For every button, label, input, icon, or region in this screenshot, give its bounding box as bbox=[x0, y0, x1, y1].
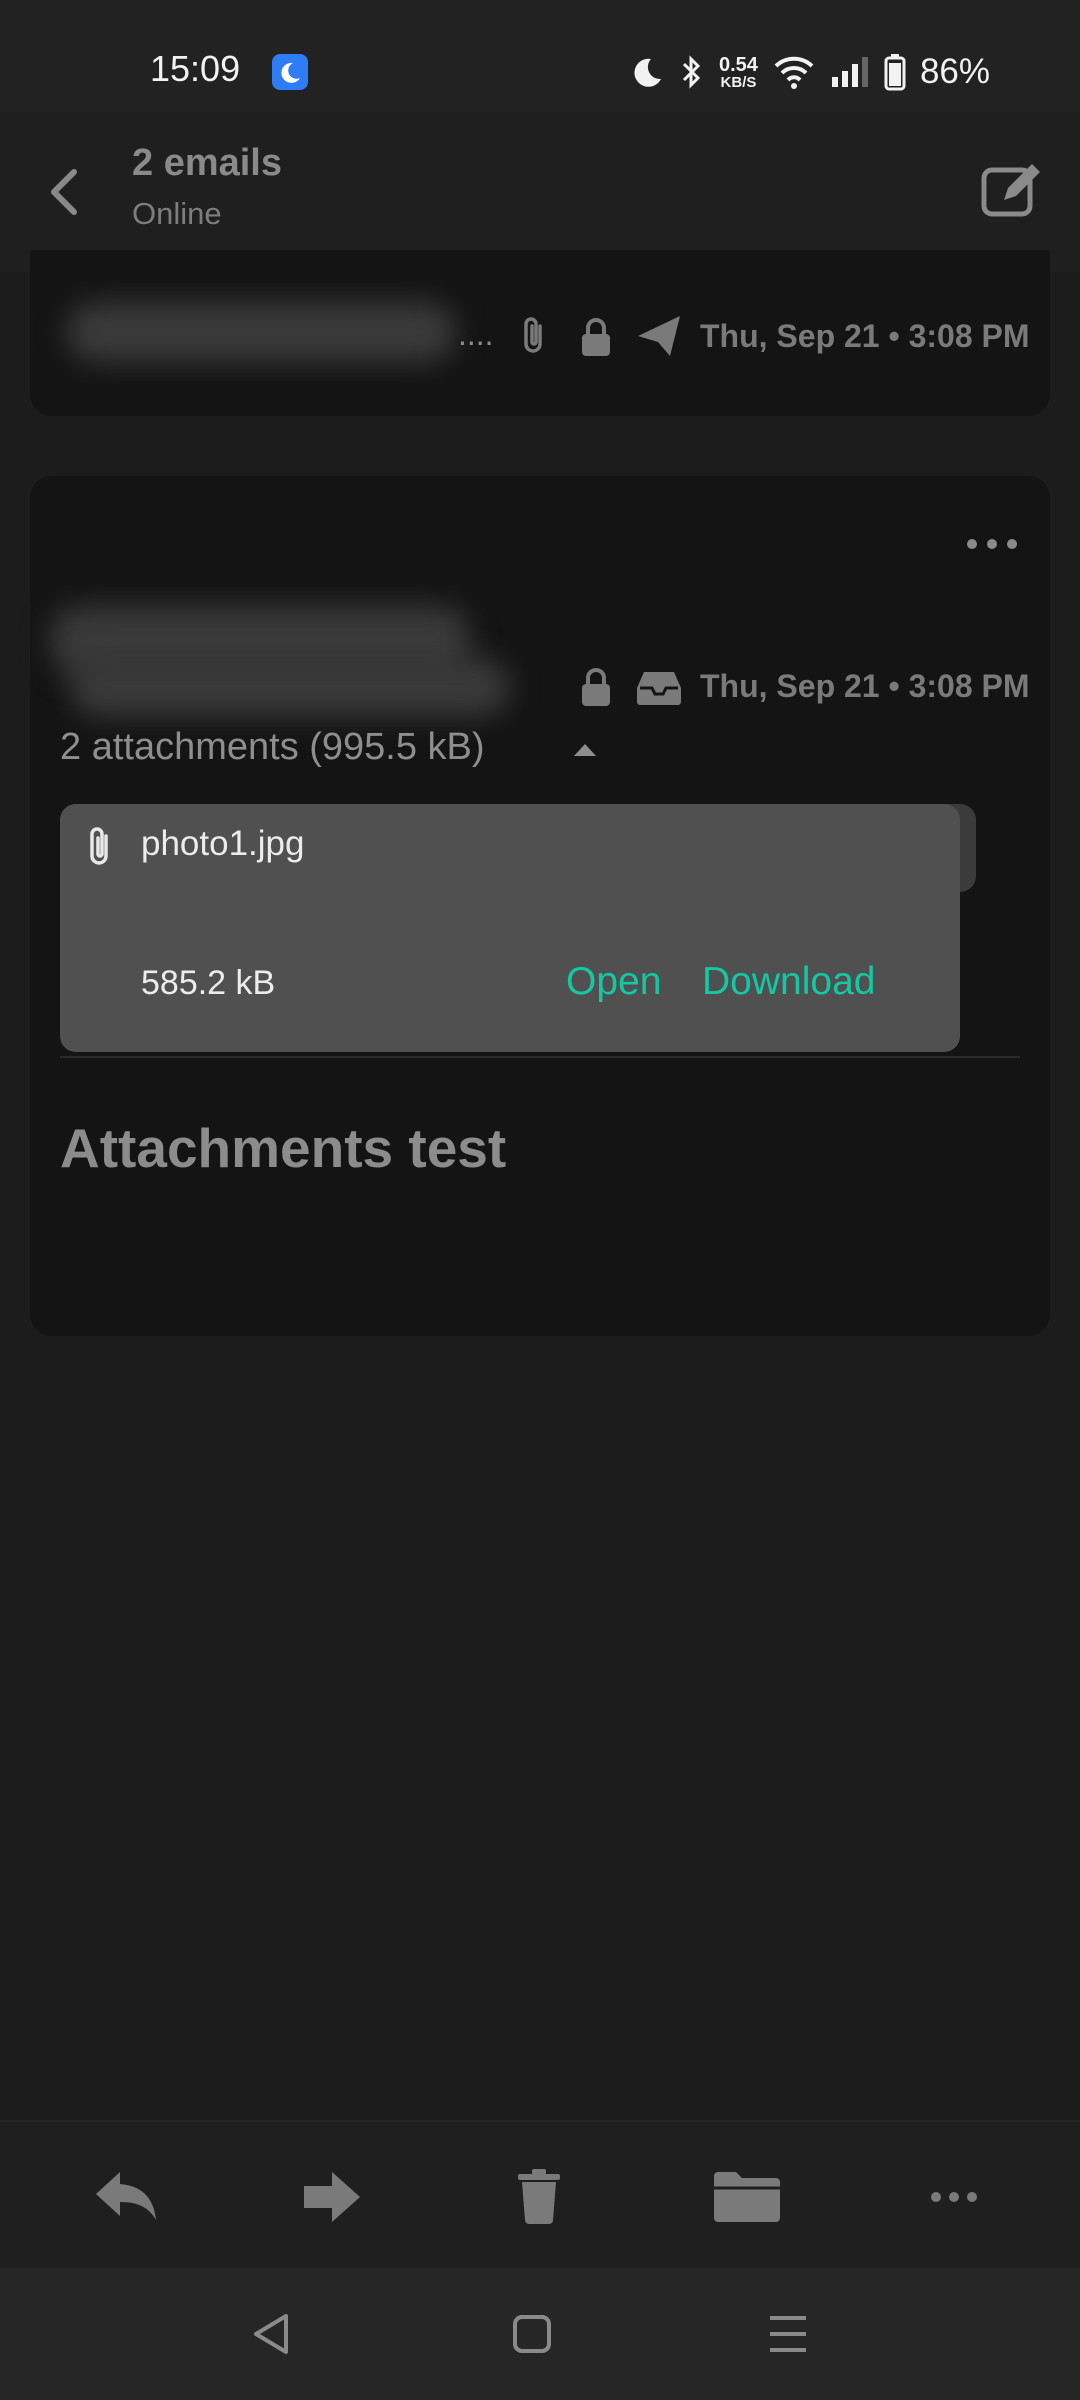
forward-icon bbox=[304, 2172, 360, 2222]
message-date: Thu, Sep 21 • 3:08 PM bbox=[700, 668, 1030, 704]
trash-icon bbox=[518, 2169, 560, 2224]
lock-icon bbox=[578, 316, 614, 358]
message-date: Thu, Sep 21 • 3:08 PM bbox=[700, 318, 1030, 354]
move-to-folder-button[interactable] bbox=[712, 2170, 782, 2224]
status-icons: 0.54 KB/S 86% bbox=[631, 50, 990, 94]
network-speed-unit: KB/S bbox=[720, 73, 757, 91]
recipient-redacted bbox=[70, 658, 510, 716]
attachment-size: 585.2 kB bbox=[141, 964, 276, 1002]
chevron-left-icon bbox=[51, 169, 77, 215]
back-button[interactable] bbox=[44, 164, 86, 220]
paperclip-icon bbox=[84, 824, 116, 870]
delete-button[interactable] bbox=[516, 2168, 562, 2224]
inbox-icon bbox=[636, 670, 682, 706]
status-time: 15:09 bbox=[150, 48, 241, 89]
sent-icon bbox=[636, 314, 682, 358]
nav-home-button[interactable] bbox=[512, 2314, 552, 2354]
bluetooth-icon bbox=[679, 54, 705, 90]
nav-back-button[interactable] bbox=[252, 2312, 292, 2356]
folder-icon bbox=[714, 2172, 780, 2222]
moon-icon bbox=[631, 55, 665, 89]
edit-icon bbox=[981, 164, 1040, 217]
caret-up-icon bbox=[574, 744, 596, 756]
reply-button[interactable] bbox=[94, 2168, 158, 2224]
more-actions-button[interactable] bbox=[930, 2190, 978, 2204]
do-not-disturb-icon bbox=[272, 54, 308, 90]
more-options-button[interactable] bbox=[966, 536, 1018, 552]
signal-icon bbox=[830, 55, 870, 89]
sender-ellipsis: .... bbox=[458, 316, 494, 352]
attachment-name: photo1.jpg bbox=[141, 824, 305, 863]
battery-percent: 86% bbox=[919, 52, 990, 91]
menu-icon bbox=[770, 2316, 806, 2352]
open-attachment-button[interactable]: Open bbox=[566, 960, 661, 1004]
triangle-back-icon bbox=[254, 2314, 288, 2354]
message-subject: Attachments test bbox=[60, 1117, 507, 1179]
network-speed: 0.54 KB/S bbox=[719, 55, 758, 90]
page-title: 2 emails bbox=[132, 142, 282, 184]
download-attachment-button[interactable]: Download bbox=[702, 960, 875, 1004]
square-home-icon bbox=[513, 2315, 551, 2353]
lock-icon bbox=[578, 666, 614, 708]
connection-status: Online bbox=[132, 196, 222, 231]
compose-button[interactable] bbox=[980, 160, 1046, 220]
paperclip-icon bbox=[516, 314, 550, 358]
nav-recents-button[interactable] bbox=[768, 2314, 808, 2354]
app-bar bbox=[0, 112, 1080, 272]
collapse-attachments-button[interactable] bbox=[572, 742, 598, 758]
forward-button[interactable] bbox=[302, 2170, 362, 2224]
attachments-summary[interactable]: 2 attachments (995.5 kB) bbox=[60, 726, 485, 769]
network-speed-value: 0.54 bbox=[719, 53, 758, 76]
wifi-icon bbox=[772, 54, 816, 90]
more-horizontal-icon bbox=[967, 539, 1017, 549]
divider bbox=[60, 1056, 1020, 1058]
reply-icon bbox=[96, 2172, 156, 2220]
battery-icon bbox=[884, 53, 906, 91]
more-horizontal-icon bbox=[931, 2192, 977, 2202]
sender-redacted bbox=[66, 302, 456, 362]
